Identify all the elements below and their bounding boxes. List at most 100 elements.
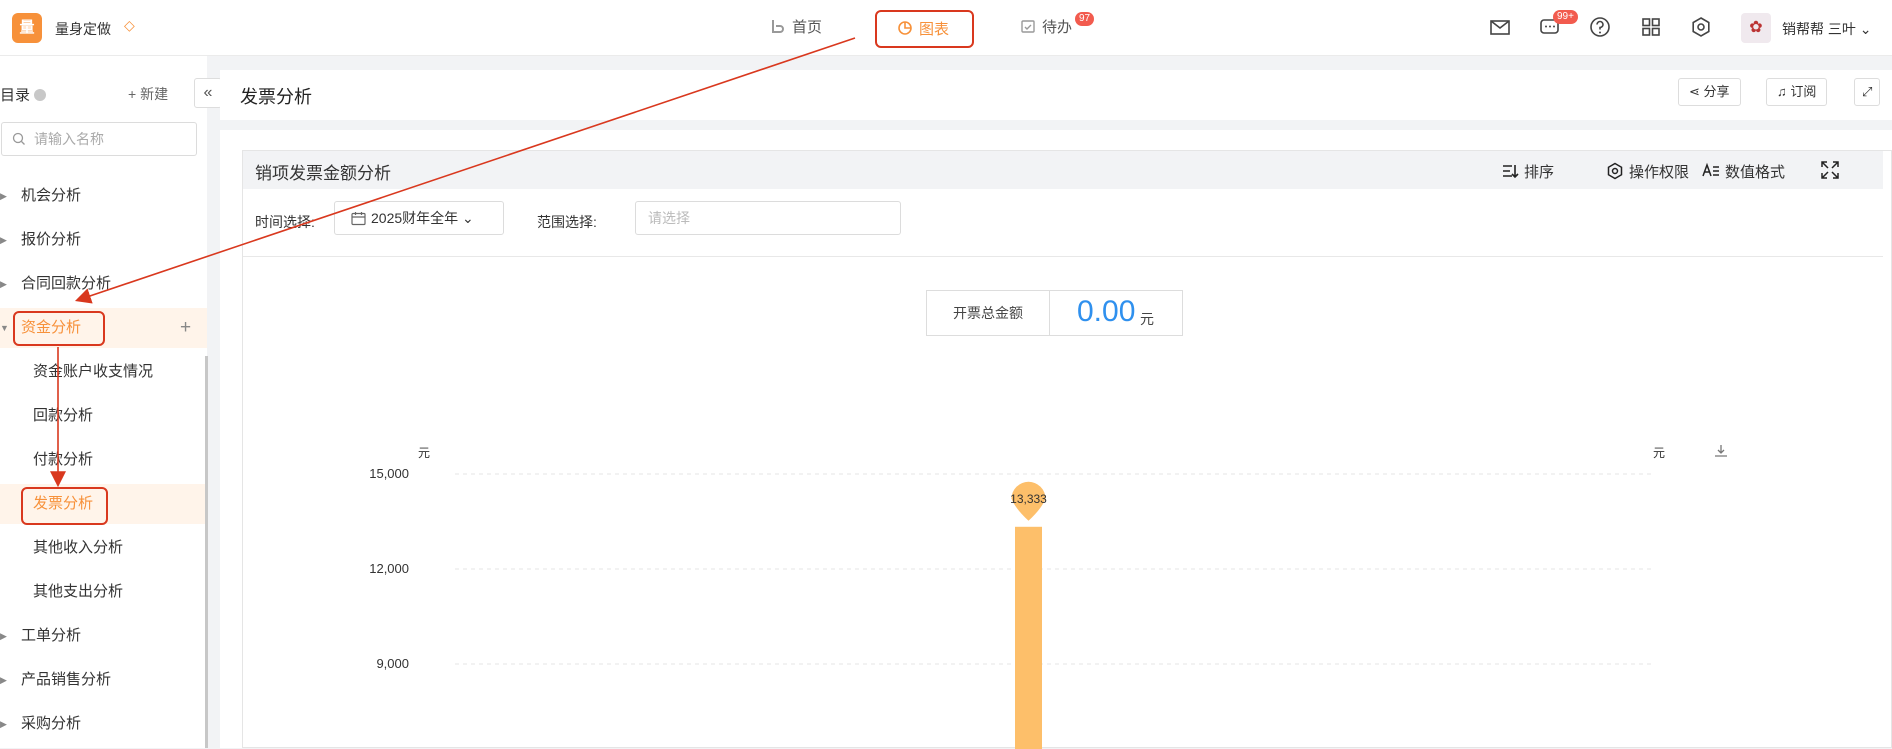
report-panel: 销项发票金额分析 排序 操作权限 数值格式 时间选择: 2025财年全年 ⌄ 范… <box>220 130 1892 749</box>
caret-right-icon: ▶ <box>0 675 7 685</box>
calendar-icon <box>351 212 366 226</box>
sidebar-item-product-sales[interactable]: ▶ 产品销售分析 <box>0 660 207 700</box>
sidebar-subitem-fund-accounts[interactable]: 资金账户收支情况 <box>0 352 207 392</box>
bell-icon: ♫ <box>1777 84 1787 99</box>
time-filter-label: 时间选择: <box>255 214 315 230</box>
divider <box>243 256 1883 257</box>
chevron-down-icon: ⌄ <box>462 210 474 226</box>
collapse-sidebar-button[interactable]: « <box>194 78 222 108</box>
y-axis-unit-left: 元 <box>418 446 430 460</box>
search-placeholder: 请输入名称 <box>34 131 104 147</box>
caret-right-icon: ▶ <box>0 191 7 201</box>
range-placeholder: 请选择 <box>648 210 690 226</box>
sidebar-item-label: 采购分析 <box>21 715 82 732</box>
user-name-menu[interactable]: 销帮帮 三叶 ⌄ <box>1782 19 1872 39</box>
sidebar-item-contract-payment[interactable]: ▶ 合同回款分析 <box>0 264 207 304</box>
sidebar-item-quote[interactable]: ▶ 报价分析 <box>0 220 207 260</box>
fiscal-year-value: 2025财年全年 <box>371 210 459 226</box>
subscribe-label: 订阅 <box>1790 84 1817 99</box>
add-icon[interactable]: + <box>180 308 191 348</box>
range-filter-label: 范围选择: <box>537 214 597 230</box>
chart-title: 销项发票金额分析 <box>255 164 391 183</box>
sidebar-item-label: 报价分析 <box>21 231 82 248</box>
help-icon[interactable] <box>1589 16 1613 40</box>
tab-home[interactable]: 首页 <box>770 15 822 41</box>
tab-todo[interactable]: 待办 97 <box>1020 12 1095 41</box>
page-title: 发票分析 <box>240 87 312 107</box>
expand-icon: ⤢ <box>1862 84 1873 99</box>
sidebar-item-label: 产品销售分析 <box>21 671 112 688</box>
chart-card-header: 销项发票金额分析 排序 操作权限 数值格式 <box>243 151 1883 189</box>
permissions-label: 操作权限 <box>1629 164 1690 181</box>
number-format-label: 数值格式 <box>1725 164 1786 181</box>
fullscreen-button[interactable]: ⤢ <box>1854 78 1881 106</box>
help-dot-icon[interactable] <box>34 89 47 101</box>
share-button[interactable]: ⋖ 分享 <box>1678 78 1741 106</box>
home-icon <box>770 17 786 33</box>
expand-icon <box>1821 161 1839 179</box>
app-logo[interactable]: 量 <box>12 13 42 43</box>
share-icon: ⋖ <box>1689 84 1700 99</box>
caret-down-icon: ▼ <box>0 323 9 333</box>
sort-label: 排序 <box>1524 164 1555 181</box>
caret-right-icon: ▶ <box>0 279 7 289</box>
sidebar-subitem-collection[interactable]: 回款分析 <box>0 396 207 436</box>
fiscal-year-select[interactable]: 2025财年全年 ⌄ <box>334 201 504 235</box>
message-count-badge: 99+ <box>1553 10 1578 24</box>
double-chevron-left-icon: « <box>203 84 213 101</box>
permissions-button[interactable]: 操作权限 <box>1606 161 1689 182</box>
kpi-value: 0.00 <box>1077 295 1136 328</box>
sidebar-item-opportunity[interactable]: ▶ 机会分析 <box>0 176 207 216</box>
range-select[interactable]: 请选择 <box>635 201 901 235</box>
bar <box>1015 526 1042 749</box>
kpi-unit: 元 <box>1140 311 1154 327</box>
sidebar-item-work-order[interactable]: ▶ 工单分析 <box>0 616 207 656</box>
settings-gear-icon[interactable] <box>1690 16 1714 40</box>
chart-fullscreen-button[interactable] <box>1821 161 1844 180</box>
apps-grid-icon[interactable] <box>1640 16 1664 40</box>
sidebar-item-label: 回款分析 <box>33 407 94 424</box>
sidebar-item-label: 发票分析 <box>33 495 94 512</box>
sidebar-subitem-invoice[interactable]: 发票分析 <box>0 484 207 524</box>
sidebar-title: 目录 <box>0 84 47 105</box>
sidebar-subitem-payment[interactable]: 付款分析 <box>0 440 207 480</box>
sidebar-item-label: 机会分析 <box>21 187 82 204</box>
sidebar-subitem-other-income[interactable]: 其他收入分析 <box>0 528 207 568</box>
subscribe-button[interactable]: ♫ 订阅 <box>1766 78 1828 106</box>
sidebar-scrollbar[interactable] <box>205 356 208 748</box>
pie-chart-icon <box>897 14 913 35</box>
share-label: 分享 <box>1703 84 1730 99</box>
y-tick-label: 12,000 <box>369 561 409 576</box>
data-label: 13,333 <box>1010 492 1047 506</box>
caret-right-icon: ▶ <box>0 631 7 641</box>
message-icon[interactable]: 99+ <box>1539 10 1578 40</box>
gear-icon <box>1607 162 1623 180</box>
directory-sidebar: 目录 + 新建 « 请输入名称 ▶ 机会分析 ▶ 报价分析 ▶ 合同回款分析 ▼ 资金分… <box>0 56 222 748</box>
tab-charts[interactable]: 图表 <box>875 10 974 48</box>
sort-icon <box>1503 165 1519 179</box>
user-name: 销帮帮 三叶 <box>1782 21 1856 37</box>
user-avatar[interactable]: ✿ <box>1741 13 1771 43</box>
number-format-button[interactable]: 数值格式 <box>1702 161 1785 182</box>
sidebar-item-label: 付款分析 <box>33 451 94 468</box>
sort-button[interactable]: 排序 <box>1501 161 1554 182</box>
invoice-bar-chart: 元元15,00012,0009,0006,00013,333 <box>369 445 1727 749</box>
y-tick-label: 15,000 <box>369 466 409 481</box>
tab-home-label: 首页 <box>792 19 823 36</box>
sidebar-subitem-other-expense[interactable]: 其他支出分析 <box>0 572 207 612</box>
mail-icon[interactable] <box>1489 16 1513 40</box>
sidebar-item-funds[interactable]: ▼ 资金分析 + <box>0 308 207 348</box>
sidebar-search-input[interactable]: 请输入名称 <box>1 122 197 156</box>
chevron-down-icon: ⌄ <box>1859 21 1872 37</box>
sidebar-item-purchase[interactable]: ▶ 采购分析 <box>0 704 207 744</box>
caret-right-icon: ▶ <box>0 235 7 245</box>
sidebar-item-label: 合同回款分析 <box>21 275 112 292</box>
sidebar-item-label: 其他支出分析 <box>33 583 124 600</box>
new-button[interactable]: + 新建 <box>128 84 168 104</box>
tab-todo-label: 待办 <box>1042 19 1073 36</box>
page-title-bar: 发票分析 ⋖ 分享 ♫ 订阅 ⤢ <box>220 70 1892 120</box>
y-tick-label: 9,000 <box>376 656 409 671</box>
sidebar-item-label: 其他收入分析 <box>33 539 124 556</box>
caret-right-icon: ▶ <box>0 719 7 729</box>
total-invoice-kpi: 开票总金额 0.00 元 <box>926 290 1183 336</box>
